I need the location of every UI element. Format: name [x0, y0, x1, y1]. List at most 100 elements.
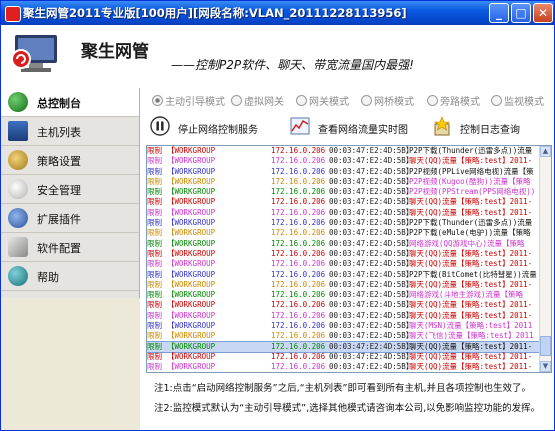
mode-label: 网桥模式 — [374, 97, 414, 108]
log-row[interactable]: 限制 【WORKGROUP 172.16.0.206 00:03:47:E2:4D:5… — [147, 362, 539, 372]
radio-icon — [296, 95, 307, 106]
log-group: 【WORKGROUP — [167, 146, 216, 155]
log-limit: 限制 — [147, 238, 162, 248]
sidebar-item-label: 主机列表 — [37, 126, 81, 139]
radio-icon — [427, 95, 438, 106]
log-row[interactable]: 限制 【WORKGROUP 172.16.0.206 00:03:47:E2:4D:5… — [147, 280, 539, 290]
log-limit: 限制 — [147, 362, 162, 372]
log-row[interactable]: 限制 【WORKGROUP 172.16.0.206 00:03:47:E2:4D:5… — [147, 311, 539, 321]
mode-active-guide[interactable]: 主动引导模式 — [152, 93, 225, 108]
brand-name: 聚生网管 — [81, 42, 149, 62]
stop-service-label: 停止网络控制服务 — [178, 125, 258, 136]
sidebar-item-host-list[interactable]: 主机列表 — [1, 117, 139, 146]
config-icon — [8, 237, 28, 257]
sidebar-item-config[interactable]: 软件配置 — [1, 233, 139, 262]
control-log-list[interactable]: 限制 【WORKGROUP 172.16.0.206 00:03:47:E2:4D:5… — [146, 145, 552, 373]
log-group: 【WORKGROUP — [167, 259, 216, 269]
log-row[interactable]: 限制 【WORKGROUP 172.16.0.206 00:03:47:E2:4D:5… — [147, 249, 539, 259]
log-limit: 限制 — [147, 166, 162, 176]
log-message: P2P视频(Kugoo(酷狗))流量【策略 — [409, 176, 531, 186]
sidebar-item-security[interactable]: 安全管理 — [1, 175, 139, 204]
log-message: 聊天(QQ)流量【策略:test】2011- — [409, 207, 533, 217]
log-message: 聊天(QQ)流量【策略:test】2011- — [409, 341, 533, 351]
scroll-down-icon[interactable]: ▼ — [540, 361, 551, 372]
sidebar-item-help[interactable]: 帮助 — [1, 262, 139, 291]
log-row[interactable]: 限制 【WORKGROUP 172.16.0.206 00:03:47:E2:4D:5… — [147, 197, 539, 207]
log-group: 【WORKGROUP — [167, 187, 216, 197]
log-row[interactable]: 限制 【WORKGROUP 172.16.0.206 00:03:47:E2:4D:5… — [147, 290, 539, 300]
log-group: 【WORKGROUP — [167, 279, 216, 289]
log-row[interactable]: 限制 【WORKGROUP 172.16.0.206 00:03:47:E2:4D:5… — [147, 270, 539, 280]
log-group: 【WORKGROUP — [167, 331, 216, 341]
log-ip: 172.16.0.206 — [271, 197, 326, 207]
maximize-button[interactable]: □ — [511, 3, 531, 23]
log-row[interactable]: 限制 【WORKGROUP 172.16.0.206 00:03:47:E2:4D:5… — [147, 208, 539, 218]
log-group: 【WORKGROUP — [167, 310, 216, 320]
log-limit: 限制 — [147, 187, 162, 197]
header-banner: 聚生网管 ——控制P2P软件、聊天、带宽流量国内最强! — [1, 25, 554, 88]
log-row[interactable]: 限制 【WORKGROUP 172.16.0.206 00:03:47:E2:4D:5… — [147, 177, 539, 187]
stop-service-button[interactable]: 停止网络控制服务 — [150, 116, 280, 138]
sidebar-item-label: 软件配置 — [37, 242, 81, 255]
log-row[interactable]: 限制 【WORKGROUP 172.16.0.206 00:03:47:E2:4D:5… — [147, 146, 539, 156]
log-rows-container: 限制 【WORKGROUP 172.16.0.206 00:03:47:E2:4D:5… — [147, 146, 539, 372]
log-limit: 限制 — [147, 218, 162, 228]
log-message: P2P视频(PPStream(PPS网络电视)) — [409, 187, 536, 197]
window-title: 聚生网管2011专业版[100用户][网段名称:VLAN_20111228113… — [23, 6, 407, 20]
log-ip: 172.16.0.206 — [271, 176, 326, 186]
mode-label: 主动引导模式 — [165, 97, 225, 108]
sidebar-item-console[interactable]: 总控制台 — [1, 88, 139, 117]
log-limit: 限制 — [147, 228, 162, 238]
scroll-thumb[interactable] — [540, 336, 551, 356]
log-row[interactable]: 限制 【WORKGROUP 172.16.0.206 00:03:47:E2:4D:5… — [147, 167, 539, 177]
log-row[interactable]: 限制 【WORKGROUP 172.16.0.206 00:03:47:E2:4D:5… — [147, 331, 539, 341]
log-row[interactable]: 限制 【WORKGROUP 172.16.0.206 00:03:47:E2:4D:5… — [147, 228, 539, 238]
realtime-traffic-label: 查看网络流量实时图 — [318, 125, 408, 136]
log-message: P2P视频(PPLive网络电视)流量【策 — [409, 166, 534, 176]
log-limit: 限制 — [147, 207, 162, 217]
log-row[interactable]: 限制 【WORKGROUP 172.16.0.206 00:03:47:E2:4D:5… — [147, 340, 539, 353]
log-ip: 172.16.0.206 — [271, 362, 326, 372]
log-row[interactable]: 限制 【WORKGROUP 172.16.0.206 00:03:47:E2:4D:5… — [147, 321, 539, 331]
sidebar-item-plugins[interactable]: 扩展插件 — [1, 204, 139, 233]
log-limit: 限制 — [147, 331, 162, 341]
log-mac: 00:03:47:E2:4D:5B】 — [329, 218, 414, 228]
sidebar-item-policy[interactable]: 策略设置 — [1, 146, 139, 175]
log-row[interactable]: 限制 【WORKGROUP 172.16.0.206 00:03:47:E2:4D:5… — [147, 300, 539, 310]
log-message: 聊天(QQ)流量【策略:test】2011- — [409, 248, 533, 258]
scroll-up-icon[interactable]: ▲ — [540, 146, 551, 157]
log-mac: 00:03:47:E2:4D:5B】 — [329, 341, 414, 351]
title-bar[interactable]: 聚生网管2011专业版[100用户][网段名称:VLAN_20111228113… — [1, 1, 554, 25]
log-mac: 00:03:47:E2:4D:5B】 — [329, 310, 414, 320]
mode-gateway[interactable]: 网关模式 — [296, 93, 349, 108]
minimize-button[interactable]: _ — [489, 3, 509, 23]
mode-bridge[interactable]: 网桥模式 — [361, 93, 414, 108]
mode-virtual-gateway[interactable]: 虚拟网关 — [231, 93, 284, 108]
app-icon — [5, 6, 21, 22]
log-mac: 00:03:47:E2:4D:5B】 — [329, 300, 414, 310]
radio-icon — [361, 95, 372, 106]
log-ip: 172.16.0.206 — [271, 207, 326, 217]
log-row[interactable]: 限制 【WORKGROUP 172.16.0.206 00:03:47:E2:4D:5… — [147, 218, 539, 228]
log-query-button[interactable]: 控制日志查询 — [432, 116, 542, 138]
mode-label: 网关模式 — [309, 97, 349, 108]
mode-bypass[interactable]: 旁路模式 — [427, 93, 480, 108]
log-mac: 00:03:47:E2:4D:5B】 — [329, 228, 414, 238]
log-limit: 限制 — [147, 197, 162, 207]
log-mac: 00:03:47:E2:4D:5B】 — [329, 207, 414, 217]
mode-monitor[interactable]: 监视模式 — [491, 93, 544, 108]
log-row[interactable]: 限制 【WORKGROUP 172.16.0.206 00:03:47:E2:4D:5… — [147, 352, 539, 362]
log-row[interactable]: 限制 【WORKGROUP 172.16.0.206 00:03:47:E2:4D:5… — [147, 187, 539, 197]
log-message: 聊天(QQ)流量【策略:test】2011- — [409, 351, 533, 361]
close-button[interactable]: ✕ — [533, 3, 553, 23]
log-row[interactable]: 限制 【WORKGROUP 172.16.0.206 00:03:47:E2:4D:5… — [147, 259, 539, 269]
realtime-traffic-button[interactable]: 查看网络流量实时图 — [290, 116, 420, 138]
log-row[interactable]: 限制 【WORKGROUP 172.16.0.206 00:03:47:E2:4D:5… — [147, 156, 539, 166]
log-limit: 限制 — [147, 146, 162, 155]
log-row[interactable]: 限制 【WORKGROUP 172.16.0.206 00:03:47:E2:4D:5… — [147, 239, 539, 249]
log-scrollbar[interactable]: ▲ ▼ — [539, 146, 551, 372]
log-mac: 00:03:47:E2:4D:5B】 — [329, 290, 414, 300]
log-limit: 限制 — [147, 341, 162, 351]
sidebar-item-label: 扩展插件 — [37, 213, 81, 226]
log-limit: 限制 — [147, 176, 162, 186]
